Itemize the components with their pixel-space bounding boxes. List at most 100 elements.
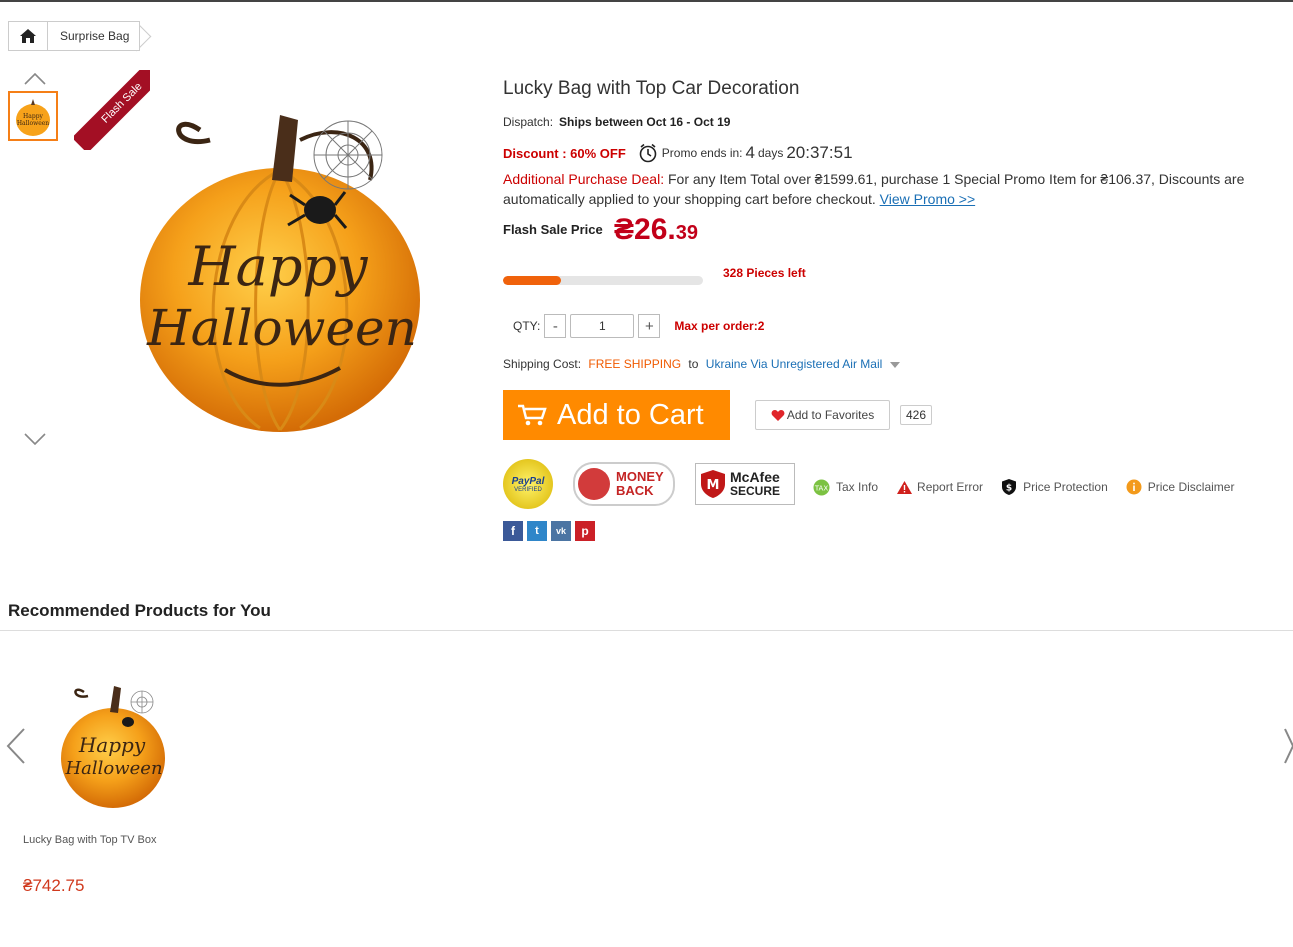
breadcrumb-current[interactable]: Surprise Bag: [47, 21, 141, 51]
money-back-badge: MONEY BACK: [573, 462, 675, 506]
top-border: [0, 0, 1293, 2]
money-back-seal-icon: [578, 468, 610, 500]
pieces-left: 328 Pieces left: [723, 266, 806, 280]
qty-input[interactable]: 1: [570, 314, 635, 338]
twitter-share-button[interactable]: t: [527, 521, 547, 541]
discount-label: Discount : 60% OFF: [503, 145, 626, 161]
pumpkin-recommended-image: Happy Halloween: [61, 686, 165, 808]
flash-sale-price-label: Flash Sale Price: [503, 222, 603, 237]
paypal-badge-sub: VERIFIED: [514, 486, 542, 493]
svg-text:M: M: [707, 478, 720, 493]
chevron-up-icon: [24, 72, 46, 85]
pumpkin-thumbnail-image: Happy Halloween: [10, 93, 56, 139]
facebook-icon: f: [511, 524, 515, 538]
recommended-title: Recommended Products for You: [8, 601, 271, 620]
info-links: TAX Tax Info Report Error $ Price Protecti…: [813, 478, 1252, 496]
qty-increase-button[interactable]: +: [638, 314, 661, 338]
chevron-left-icon: [6, 728, 25, 764]
recommended-divider: [0, 630, 1293, 631]
price-main: ₴26.: [614, 213, 676, 246]
countdown-days: 4: [745, 143, 755, 162]
vk-share-button[interactable]: vk: [551, 521, 571, 541]
favorites-count: 426: [900, 405, 932, 425]
shipping-destination-label: Ukraine Via Unregistered Air Mail: [705, 357, 883, 371]
breadcrumb-home[interactable]: [8, 21, 47, 51]
chevron-right-icon: [1284, 728, 1293, 764]
product-title: Lucky Bag with Top Car Decoration: [503, 78, 800, 99]
shield-dollar-icon: $: [1002, 479, 1017, 495]
price-disclaimer-link[interactable]: Price Disclaimer: [1126, 478, 1235, 496]
add-to-favorites-button[interactable]: Add to Favorites: [755, 400, 890, 430]
warning-icon: [897, 480, 913, 494]
home-icon: [20, 29, 36, 43]
svg-text:Halloween: Halloween: [146, 299, 417, 357]
dispatch-value: Ships between Oct 16 - Oct 19: [559, 115, 731, 129]
caret-down-icon: [889, 361, 900, 368]
price-disclaimer-label: Price Disclaimer: [1147, 480, 1235, 494]
breadcrumb-current-label: Surprise Bag: [60, 29, 130, 43]
twitter-icon: t: [535, 525, 539, 537]
alarm-clock-icon: [639, 143, 657, 163]
mcafee-label: McAfee: [730, 469, 780, 485]
svg-text:Happy: Happy: [78, 733, 146, 757]
vk-icon: vk: [555, 526, 566, 536]
shipping-destination-dropdown[interactable]: Ukraine Via Unregistered Air Mail: [706, 357, 900, 371]
promo-ends-label: Promo ends in:: [661, 146, 743, 160]
svg-text:$: $: [1006, 484, 1012, 494]
carousel-next-button[interactable]: [1283, 728, 1293, 769]
tax-info-link[interactable]: TAX Tax Info: [813, 478, 878, 496]
shipping-to: to: [688, 357, 699, 371]
tax-icon: TAX: [813, 479, 830, 495]
add-to-cart-button[interactable]: Add to Cart: [503, 390, 730, 440]
dispatch-label: Dispatch:: [503, 115, 554, 129]
product-main-image[interactable]: Happy Halloween: [130, 100, 430, 440]
shipping-label: Shipping Cost:: [503, 357, 582, 371]
cart-icon: [518, 404, 547, 426]
report-error-label: Report Error: [917, 480, 984, 494]
gallery-thumbnail[interactable]: Happy Halloween: [8, 91, 58, 141]
stock-progress-bar: [503, 276, 703, 285]
svg-text:Happy: Happy: [23, 113, 43, 120]
carousel-prev-button[interactable]: [6, 728, 26, 769]
gallery-down-button[interactable]: [24, 432, 46, 450]
heart-icon: [771, 409, 785, 421]
svg-text:Halloween: Halloween: [64, 758, 162, 779]
max-per-order: Max per order:2: [674, 319, 765, 333]
paypal-badge-label: PayPal: [511, 475, 545, 487]
price-protection-label: Price Protection: [1023, 480, 1108, 494]
chevron-down-icon: [24, 433, 46, 446]
mcafee-sub: SECURE: [730, 484, 781, 498]
discount-row: Discount : 60% OFF Promo ends in: 4 days…: [503, 143, 856, 163]
trust-badges: PayPal VERIFIED MONEY BACK M McAfee SECU…: [503, 459, 795, 509]
dispatch-info: Dispatch: Ships between Oct 16 - Oct 19: [503, 115, 730, 129]
additional-deal-label: Additional Purchase Deal:: [503, 171, 665, 187]
flash-sale-price: ₴26.39: [614, 213, 698, 247]
svg-text:TAX: TAX: [814, 484, 829, 492]
info-icon: [1126, 479, 1142, 495]
price-protection-link[interactable]: $ Price Protection: [1001, 478, 1108, 496]
additional-purchase-deal: Additional Purchase Deal: For any Item T…: [503, 169, 1263, 209]
svg-text:Happy: Happy: [188, 235, 369, 298]
gallery-up-button[interactable]: [24, 72, 46, 90]
qty-label: QTY:: [513, 319, 541, 333]
view-promo-link[interactable]: View Promo >>: [880, 191, 975, 207]
countdown-time: 20:37:51: [786, 143, 853, 162]
tax-info-label: Tax Info: [836, 480, 879, 494]
add-to-favorites-label: Add to Favorites: [786, 408, 875, 422]
price-cents: 39: [675, 222, 698, 244]
facebook-share-button[interactable]: f: [503, 521, 523, 541]
add-to-cart-label: Add to Cart: [557, 398, 704, 431]
stock-progress-fill: [503, 276, 561, 285]
breadcrumb: Surprise Bag: [8, 21, 141, 51]
mcafee-secure-badge: M McAfee SECURE: [695, 463, 795, 505]
mcafee-shield-icon: M: [701, 470, 725, 498]
recommended-product-price: ₴742.75: [23, 876, 85, 895]
social-share: f t vk p: [503, 521, 599, 541]
qty-decrease-button[interactable]: -: [544, 314, 567, 338]
pinterest-share-button[interactable]: p: [575, 521, 595, 541]
recommended-product-name[interactable]: Lucky Bag with Top TV Box: [23, 834, 157, 846]
quantity-row: QTY: - 1 + Max per order:2: [513, 314, 764, 338]
countdown-days-label: days: [757, 146, 784, 160]
report-error-link[interactable]: Report Error: [896, 478, 983, 496]
recommended-product-image[interactable]: Happy Halloween: [56, 680, 170, 810]
